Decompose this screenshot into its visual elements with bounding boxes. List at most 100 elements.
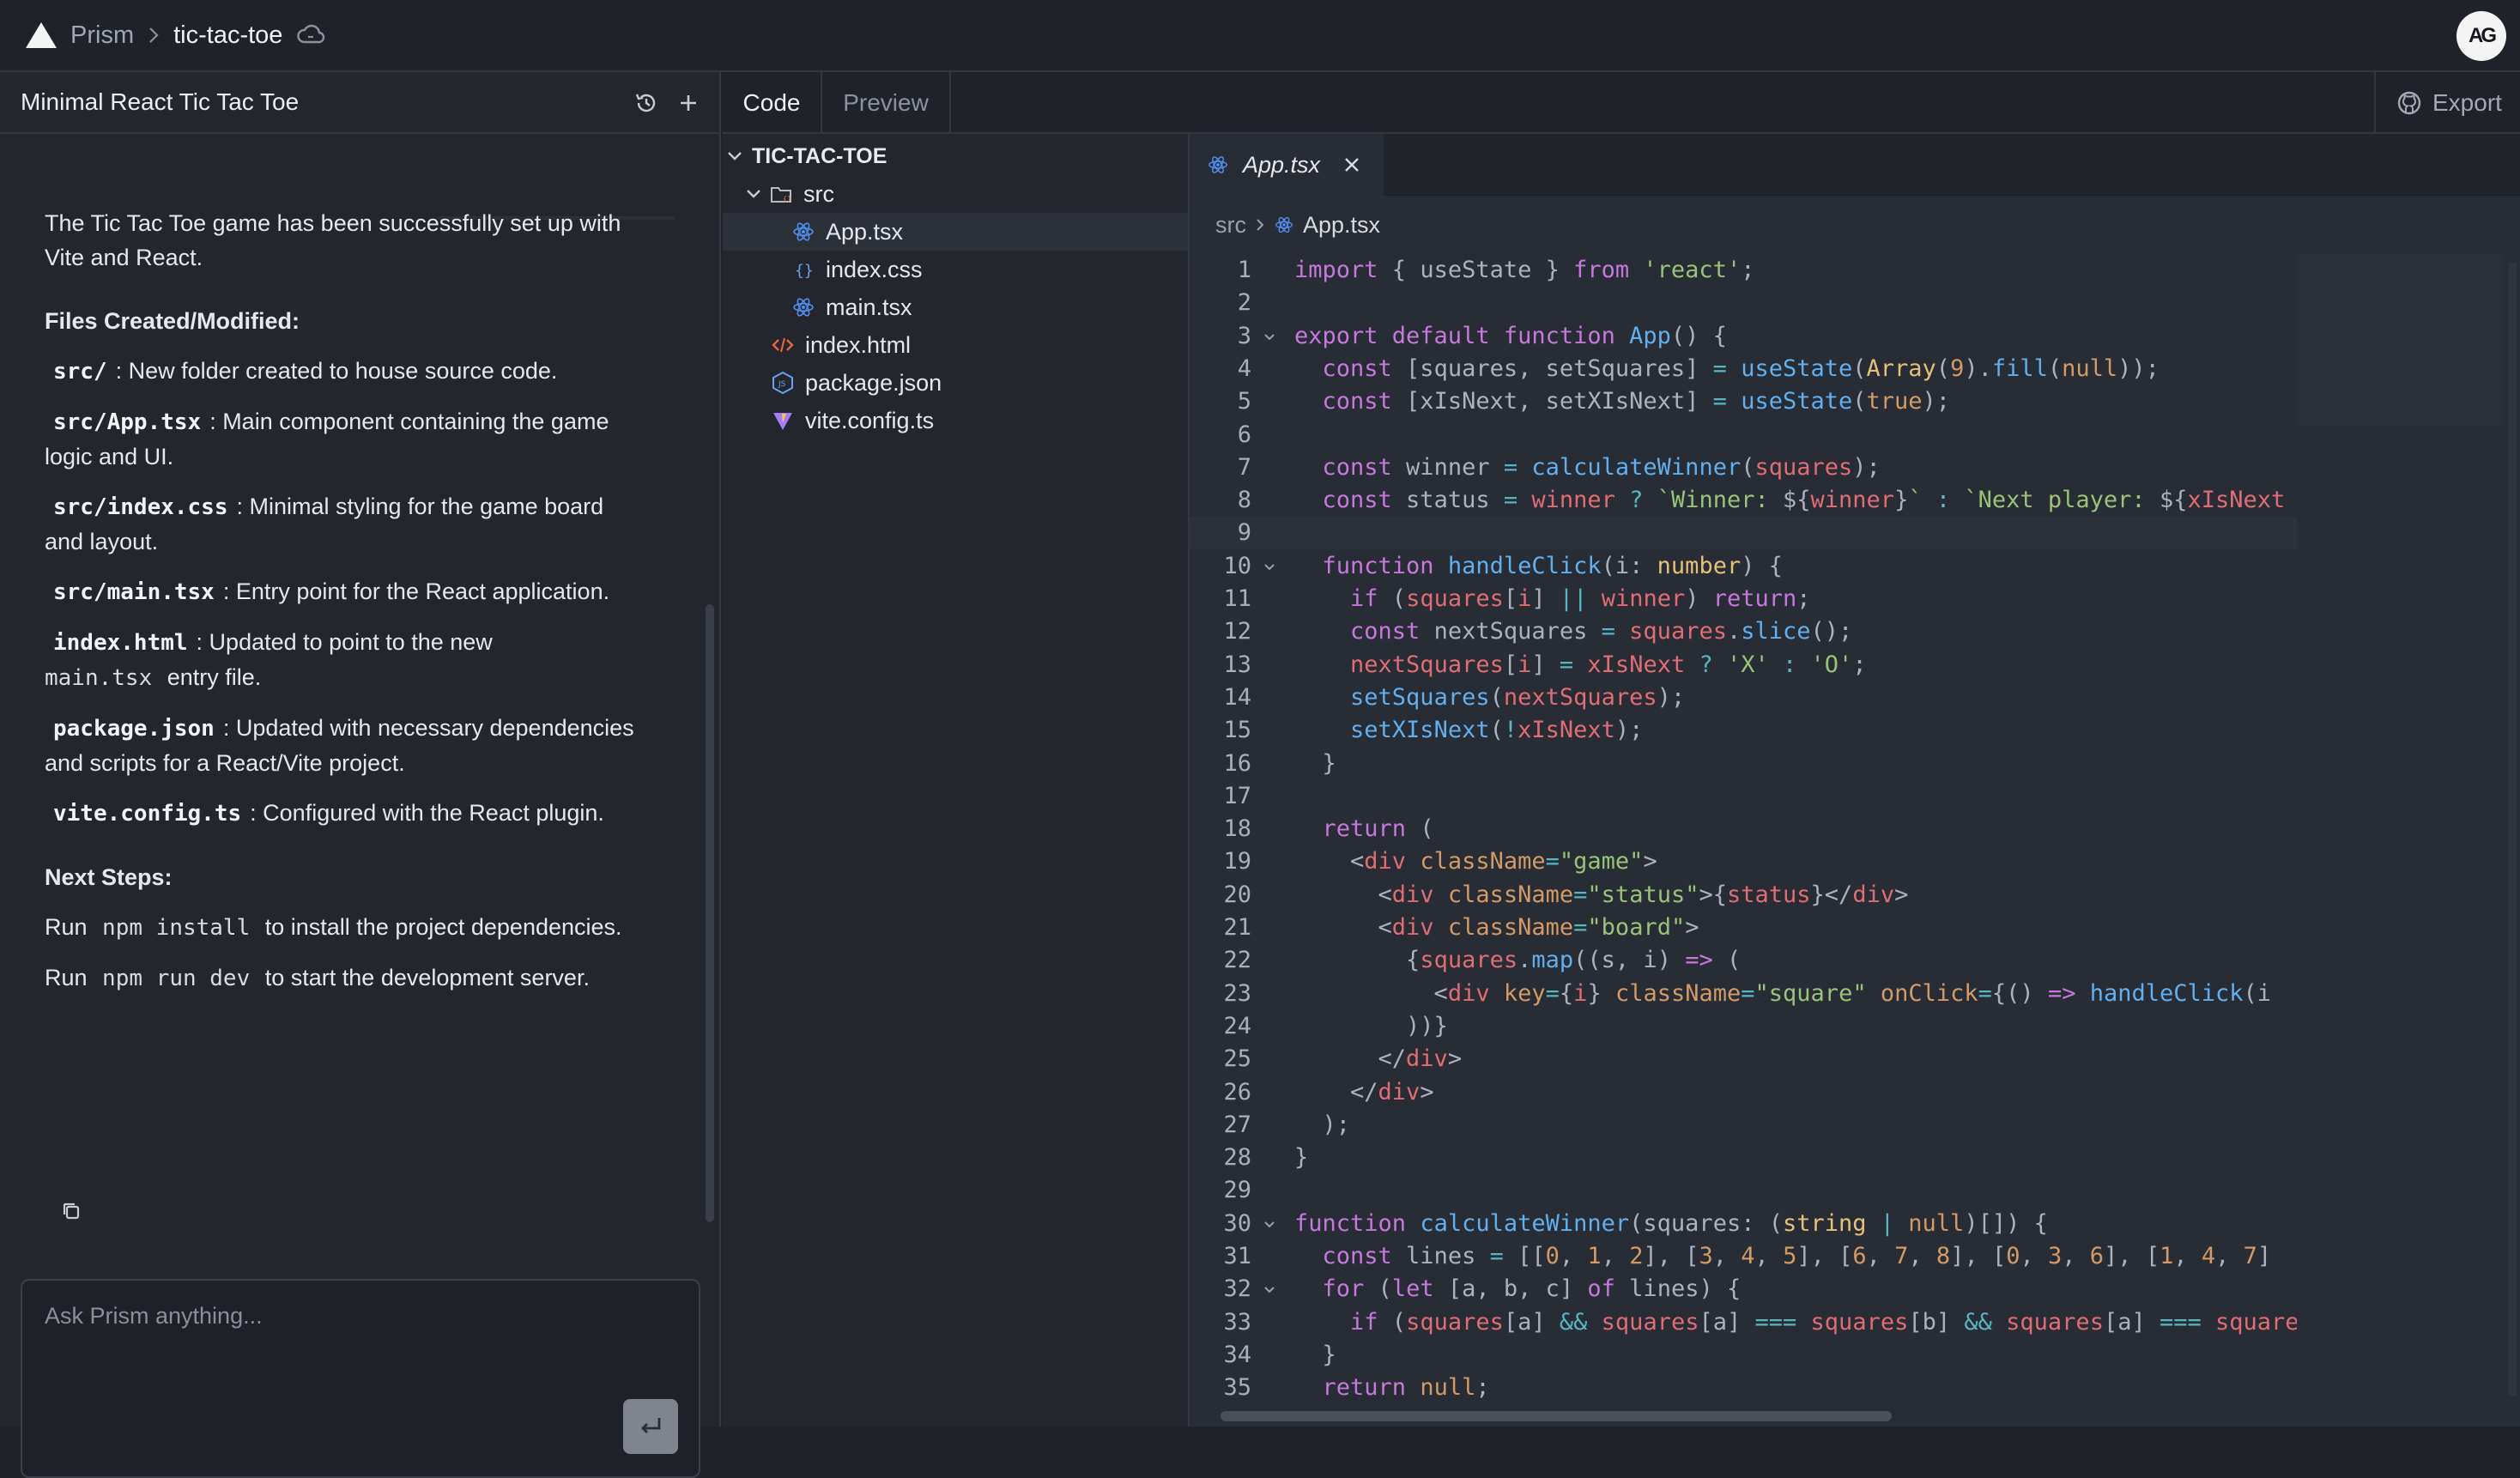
new-chat-plus-icon[interactable] [675, 89, 702, 117]
code-token: } [1894, 487, 1909, 514]
code-line[interactable]: 9 [1190, 517, 2297, 550]
fold-chevron-icon[interactable] [1262, 1282, 1277, 1298]
code-line[interactable]: 35 return null; [1190, 1372, 2297, 1404]
code-text: const status = winner ? `Winner: ${winne… [1294, 484, 2286, 517]
code-line[interactable]: 18 return ( [1190, 813, 2297, 845]
close-icon[interactable] [1342, 155, 1361, 174]
send-button[interactable] [623, 1399, 678, 1454]
tree-item-src[interactable]: {} src [723, 175, 1188, 213]
code-line[interactable]: 20 <div className="status">{status}</div… [1190, 879, 2297, 912]
code-line[interactable]: 1 import { useState } from 'react'; [1190, 254, 2297, 287]
code-token: ( [1852, 388, 1867, 415]
code-line[interactable]: 19 <div className="game"> [1190, 845, 2297, 878]
code-line[interactable]: 10 function handleClick(i: number) { [1190, 550, 2297, 583]
line-number: 22 [1223, 947, 1251, 974]
fold-chevron-icon[interactable] [1262, 330, 1277, 345]
code-line[interactable]: 12 const nextSquares = squares.slice(); [1190, 615, 2297, 648]
code-line[interactable]: 4 const [squares, setSquares] = useState… [1190, 353, 2297, 385]
chat-scrollbar[interactable] [706, 604, 714, 1222]
code-line[interactable]: 6 [1190, 419, 2297, 451]
code-token: > [1894, 881, 1909, 908]
tree-item-package-json[interactable]: JS package.json [723, 364, 1188, 402]
code-line[interactable]: 11 if (squares[i] || winner) return; [1190, 583, 2297, 615]
code-line[interactable]: 16 } [1190, 748, 2297, 780]
chat-input-placeholder[interactable]: Ask Prism anything... [45, 1303, 263, 1330]
editor-vertical-scrollbar[interactable] [2508, 263, 2517, 1396]
code-line[interactable]: 7 const winner = calculateWinner(squares… [1190, 451, 2297, 484]
fold-chevron-icon[interactable] [1262, 560, 1277, 575]
code-token: 2 [1629, 1243, 1644, 1269]
code-line[interactable]: 15 setXIsNext(!xIsNext); [1190, 714, 2297, 747]
project-name[interactable]: tic-tac-toe [173, 21, 282, 50]
brand[interactable]: Prism [24, 21, 134, 50]
copy-icon[interactable] [58, 1198, 84, 1224]
code-line[interactable]: 31 const lines = [[0, 1, 2], [3, 4, 5], … [1190, 1240, 2297, 1273]
cloud-sync-icon[interactable] [296, 21, 325, 50]
user-avatar[interactable]: AG [2456, 11, 2506, 61]
code-line[interactable]: 22 {squares.map((s, i) => ( [1190, 944, 2297, 977]
editor-tab-app-tsx[interactable]: App.tsx [1190, 134, 1384, 196]
breadcrumb-file[interactable]: App.tsx [1303, 212, 1380, 239]
code-token: ) [1685, 585, 1713, 612]
code-line[interactable]: 3 export default function App() { [1190, 320, 2297, 353]
code-line[interactable]: 14 setSquares(nextSquares); [1190, 681, 2297, 714]
code-line[interactable]: 28} [1190, 1142, 2297, 1174]
code-token: ); [1922, 388, 1951, 415]
export-button[interactable]: Export [2374, 72, 2520, 134]
code-line[interactable]: 29 [1190, 1174, 2297, 1207]
code-line[interactable]: 23 <div key={i} className="square" onCli… [1190, 978, 2297, 1010]
code-token: ). [1964, 354, 1992, 382]
code-line[interactable]: 26 </div> [1190, 1076, 2297, 1109]
tree-item-app-tsx[interactable]: App.tsx [723, 213, 1188, 251]
code-token: | [1866, 1209, 1895, 1237]
code-line[interactable]: 5 const [xIsNext, setXIsNext] = useState… [1190, 385, 2297, 418]
code-token: (i: [1601, 552, 1657, 579]
tree-item-label: App.tsx [826, 218, 904, 245]
code-line[interactable]: 21 <div className="board"> [1190, 912, 2297, 944]
code-line[interactable]: 27 ); [1190, 1109, 2297, 1142]
code-line[interactable]: 25 </div> [1190, 1043, 2297, 1075]
tree-item-index-html[interactable]: index.html [723, 326, 1188, 364]
code-token: Array [1866, 354, 1936, 382]
file-item: src/App.tsx: Main component containing t… [45, 404, 645, 474]
code-text: if (squares[a] && squares[a] === squares… [1294, 1306, 2297, 1339]
tree-item-main-tsx[interactable]: main.tsx [723, 288, 1188, 326]
code-line[interactable]: 17 [1190, 780, 2297, 813]
code-token: ); [1657, 683, 1686, 711]
chat-composer[interactable]: Ask Prism anything... [21, 1279, 700, 1478]
code-line[interactable]: 13 nextSquares[i] = xIsNext ? 'X' : 'O'; [1190, 649, 2297, 681]
editor-horizontal-scrollbar[interactable] [1221, 1411, 1892, 1421]
tree-item-vite-config[interactable]: vite.config.ts [723, 402, 1188, 439]
code-area[interactable]: 1 import { useState } from 'react'; 2 3 expo… [1190, 254, 2297, 1413]
code-line[interactable]: 32 for (let [a, b, c] of lines) { [1190, 1273, 2297, 1305]
fold-chevron-icon[interactable] [1262, 1217, 1277, 1233]
breadcrumb-folder[interactable]: src [1215, 212, 1246, 239]
code-token: } [1294, 1341, 1336, 1368]
code-token: ; [1852, 651, 1867, 678]
code-token: squares [2215, 1308, 2297, 1336]
tree-item-index-css[interactable]: {} index.css [723, 251, 1188, 288]
code-token: const [1322, 453, 1392, 481]
code-token: `Winner: [1643, 487, 1783, 514]
code-token: ( [1364, 1275, 1392, 1303]
code-line[interactable]: 8 const status = winner ? `Winner: ${win… [1190, 484, 2297, 517]
react-icon [793, 222, 814, 241]
code-line[interactable]: 34 } [1190, 1339, 2297, 1372]
code-line[interactable]: 2 [1190, 287, 2297, 319]
history-icon[interactable] [633, 90, 659, 116]
code-line[interactable]: 30 function calculateWinner(squares: (str… [1190, 1208, 2297, 1240]
tab-preview[interactable]: Preview [822, 72, 951, 134]
code-line[interactable]: 33 if (squares[a] && squares[a] === squa… [1190, 1306, 2297, 1339]
minimap[interactable] [2297, 254, 2503, 426]
app-name[interactable]: Prism [70, 21, 134, 50]
code-token: "board" [1587, 914, 1686, 941]
tab-code[interactable]: Code [723, 72, 822, 134]
code-token: , [1754, 1243, 1784, 1269]
code-line[interactable]: 24 ))} [1190, 1010, 2297, 1043]
explorer-root[interactable]: TIC-TAC-TOE [723, 137, 1188, 175]
